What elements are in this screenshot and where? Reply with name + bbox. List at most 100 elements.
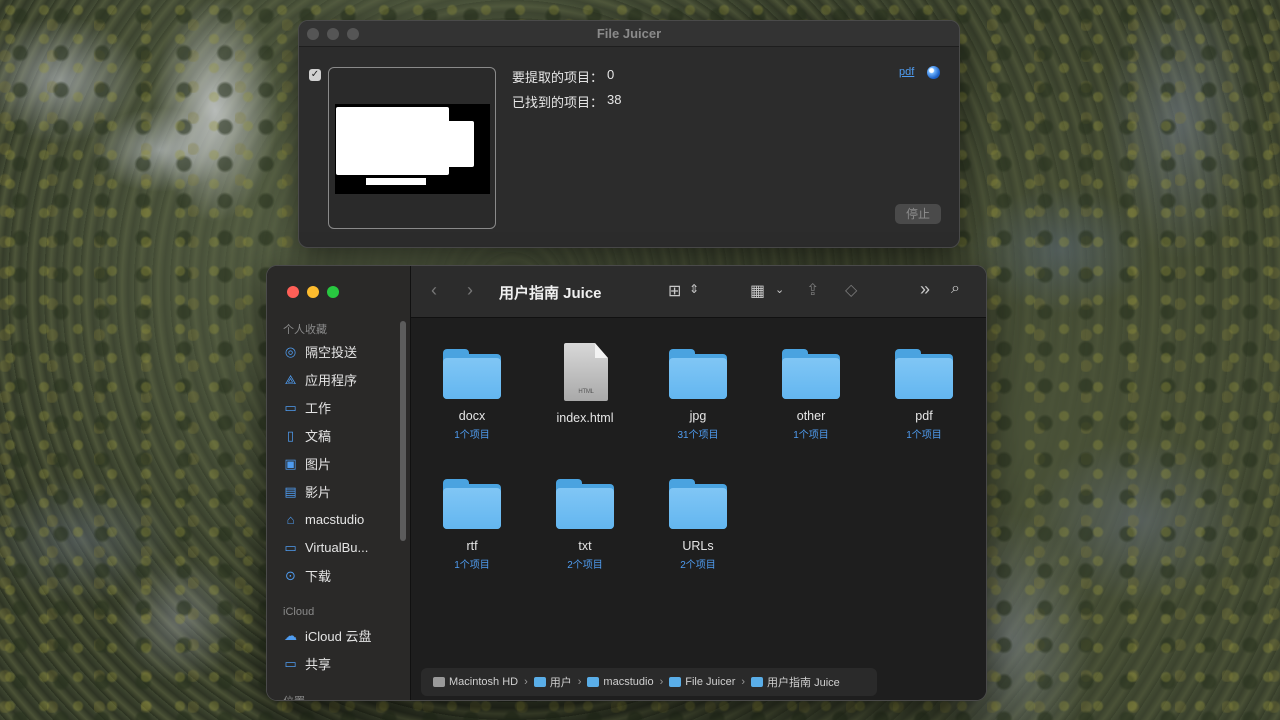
globe-icon[interactable] — [927, 66, 940, 79]
locations-header: 位置 — [283, 693, 305, 700]
item-count: 1个项目 — [793, 430, 829, 441]
back-chevron-icon[interactable]: ‹ — [431, 280, 437, 301]
folder-icon — [442, 349, 502, 399]
download-icon: ⊙ — [285, 567, 296, 583]
folder-icon: ▭ — [284, 539, 297, 555]
extract-label: 要提取的项目： — [512, 70, 604, 85]
forward-chevron-icon[interactable]: › — [467, 280, 473, 301]
sidebar-item-shared[interactable]: ▭ 共享 — [283, 651, 403, 675]
folder-icon — [442, 479, 502, 529]
share-icon[interactable]: ⇪ — [806, 280, 819, 300]
file-item-pdf[interactable]: pdf 1个项目 — [869, 349, 979, 441]
shared-folder-icon: ▭ — [284, 655, 297, 671]
icloud-header: iCloud — [283, 606, 315, 618]
path-crumb-file-juicer[interactable]: File Juicer — [669, 676, 735, 688]
folder-icon — [587, 677, 600, 687]
folder-title: 用户指南 Juice — [499, 285, 602, 302]
item-name: rtf — [466, 539, 478, 553]
folder-icon — [668, 349, 728, 399]
item-name: pdf — [915, 409, 933, 423]
favorites-header: 个人收藏 — [283, 324, 327, 336]
sidebar-item-documents[interactable]: ▯ 文稿 — [283, 423, 403, 447]
folder-icon — [894, 349, 954, 399]
extract-value: 0 — [607, 67, 615, 82]
window-controls — [287, 286, 339, 298]
sidebar-item-pictures[interactable]: ▣ 图片 — [283, 451, 403, 475]
item-count: 1个项目 — [454, 560, 490, 571]
file-item-other[interactable]: other 1个项目 — [756, 349, 866, 441]
sidebar-item-downloads[interactable]: ⊙ 下载 — [283, 563, 403, 587]
finder-window: 个人收藏 ◎ 隔空投送 ⟁ 应用程序 ▭ 工作 ▯ 文稿 ▣ 图片 ▤ 影片 ⌂… — [266, 265, 987, 701]
sidebar-item-work[interactable]: ▭ 工作 — [283, 395, 403, 419]
found-value: 38 — [607, 92, 622, 107]
path-separator: › — [524, 676, 528, 688]
search-icon[interactable]: ⌕ — [951, 280, 960, 298]
folder-icon: ▭ — [284, 399, 297, 415]
item-count: 31个项目 — [677, 430, 719, 441]
home-icon: ⌂ — [286, 511, 295, 527]
item-name: docx — [458, 409, 486, 423]
tag-icon[interactable]: ◇ — [845, 280, 857, 300]
extract-count-row: 要提取的项目： 0 — [512, 67, 614, 86]
path-separator: › — [577, 676, 582, 688]
document-icon: ▯ — [286, 427, 295, 443]
sidebar-scrollbar[interactable] — [400, 321, 406, 541]
item-name: jpg — [689, 409, 707, 423]
item-count: 1个项目 — [906, 430, 942, 441]
file-item-txt[interactable]: txt 2个项目 — [530, 479, 640, 571]
html-file-tag: HTML — [578, 389, 594, 395]
sidebar: 个人收藏 ◎ 隔空投送 ⟁ 应用程序 ▭ 工作 ▯ 文稿 ▣ 图片 ▤ 影片 ⌂… — [267, 266, 411, 700]
file-grid: docx 1个项目 HTML index.html jpg 31个项目 othe… — [411, 319, 986, 700]
minimize-button[interactable] — [307, 286, 319, 298]
file-item-index-html[interactable]: HTML index.html — [530, 343, 640, 425]
zoom-button[interactable] — [327, 286, 339, 298]
file-item-rtf[interactable]: rtf 1个项目 — [417, 479, 527, 571]
folder-icon — [555, 479, 615, 529]
sidebar-item-movies[interactable]: ▤ 影片 — [283, 479, 403, 503]
stop-button[interactable]: 停止 — [895, 204, 941, 224]
sidebar-item-icloud-drive[interactable]: ☁ iCloud 云盘 — [283, 623, 403, 647]
folder-icon — [781, 349, 841, 399]
file-item-jpg[interactable]: jpg 31个项目 — [643, 349, 753, 441]
chevron-down-icon[interactable]: ⌄ — [775, 283, 784, 296]
sidebar-item-virtualbox[interactable]: ▭ VirtualBu... — [283, 535, 403, 559]
pdf-type-link[interactable]: pdf — [899, 66, 914, 78]
folder-icon — [669, 677, 682, 687]
path-crumb-macintosh-hd[interactable]: Macintosh HD — [433, 676, 518, 688]
sidebar-item-home[interactable]: ⌂ macstudio — [283, 507, 403, 531]
path-bar: Macintosh HD › 用户 › macstudio › File Jui… — [421, 668, 877, 696]
found-count-row: 已找到的项目： 38 — [512, 92, 621, 111]
airdrop-icon: ◎ — [284, 343, 297, 359]
more-toolbar-icon[interactable]: » — [920, 279, 930, 300]
hard-drive-icon — [433, 677, 445, 687]
document-thumbnail — [328, 67, 496, 229]
applications-icon: ⟁ — [284, 371, 297, 387]
view-mode-grid-icon[interactable]: ⊞ — [668, 281, 681, 301]
sidebar-item-airdrop[interactable]: ◎ 隔空投送 — [283, 339, 403, 363]
include-checkbox[interactable]: ✓ — [309, 69, 321, 81]
item-name: txt — [578, 539, 592, 553]
item-name: index.html — [556, 411, 614, 425]
file-item-urls[interactable]: URLs 2个项目 — [643, 479, 753, 571]
film-icon: ▤ — [284, 483, 297, 499]
path-crumb-macstudio[interactable]: macstudio — [587, 676, 654, 688]
toolbar: ‹ › 用户指南 Juice ⊞ ⇕ ▦ ⌄ ⇪ ◇ » ⌕ — [411, 266, 986, 318]
photo-icon: ▣ — [284, 455, 297, 471]
found-label: 已找到的项目： — [512, 95, 604, 110]
sort-chevrons-icon[interactable]: ⇕ — [689, 282, 699, 296]
file-item-docx[interactable]: docx 1个项目 — [417, 349, 527, 441]
sidebar-item-applications[interactable]: ⟁ 应用程序 — [283, 367, 403, 391]
file-juicer-window: File Juicer ✓ 要提取的项目： 0 已找到的项目： 38 pdf 停… — [298, 20, 960, 248]
cloud-icon: ☁ — [284, 627, 297, 643]
path-separator: › — [659, 676, 664, 688]
close-button[interactable] — [287, 286, 299, 298]
folder-icon — [668, 479, 728, 529]
folder-icon — [533, 677, 546, 687]
item-name: URLs — [682, 539, 714, 553]
path-crumb-user-guide-juice[interactable]: 用户指南 Juice — [751, 674, 840, 690]
path-separator: › — [741, 676, 746, 688]
item-count: 2个项目 — [567, 560, 603, 571]
window-title: File Juicer — [596, 26, 662, 41]
group-by-icon[interactable]: ▦ — [750, 281, 765, 301]
path-crumb-users[interactable]: 用户 — [533, 674, 572, 690]
